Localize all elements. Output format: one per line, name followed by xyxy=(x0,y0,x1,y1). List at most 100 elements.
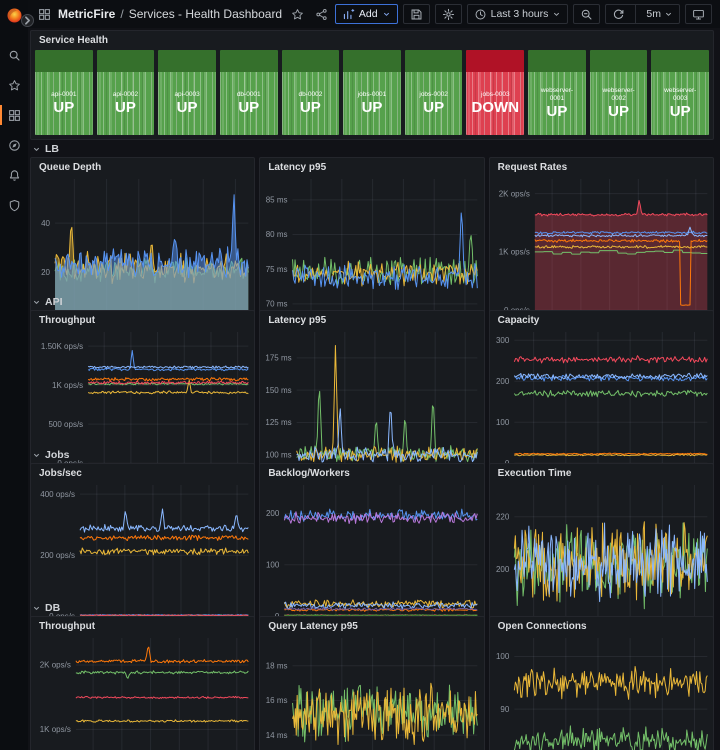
chart-jobs-backlog-workers[interactable]: 13:3014:0014:3015:0015:3016:000100200 xyxy=(260,480,483,630)
chart-api-capacity[interactable]: 13:3014:0014:3015:0015:3016:000100200300 xyxy=(490,327,713,477)
service-health-tiles: api-0001 UP api-0002 UP api-0003 UP db-0001 UP d… xyxy=(31,47,713,139)
panel-title-db-throughput[interactable]: Throughput xyxy=(31,617,254,633)
svg-text:200: 200 xyxy=(266,509,280,518)
service-tile-header xyxy=(158,50,216,72)
panel-row-jobs: Jobs/sec13:3014:0014:3015:0015:3016:000 … xyxy=(30,463,714,668)
breadcrumb-page[interactable]: Services - Health Dashboard xyxy=(129,7,282,21)
service-tile-name: api-0002 xyxy=(112,90,139,98)
star-icon xyxy=(291,8,304,21)
svg-text:14 ms: 14 ms xyxy=(266,731,288,740)
service-tile-webserver-0003: webserver-0003 UP xyxy=(651,50,710,135)
save-icon xyxy=(410,8,423,21)
panel-title-lb-queue-depth[interactable]: Queue Depth xyxy=(31,158,254,174)
time-range-label: Last 3 hours xyxy=(490,8,549,20)
row-header-lb[interactable]: LB xyxy=(32,142,714,156)
panel-title-api-capacity[interactable]: Capacity xyxy=(490,311,713,327)
chart-lb-request-rates[interactable]: 13:3014:0014:3015:0015:3016:000 ops/s1K … xyxy=(490,174,713,324)
service-tile-name: jobs-0002 xyxy=(419,90,448,98)
add-panel-icon xyxy=(342,8,355,21)
service-tile-status: UP xyxy=(546,102,568,120)
grafana-app: MetricFire / Services - Health Dashboard… xyxy=(0,0,720,750)
chevron-down-icon xyxy=(32,145,41,154)
service-tile-header xyxy=(589,50,648,72)
service-tile-body: api-0003 UP xyxy=(158,72,216,135)
refresh-button[interactable] xyxy=(606,5,631,23)
chart-db-query-latency-p95[interactable]: 13:3014:0014:3015:0015:3016:0012 ms14 ms… xyxy=(260,633,483,750)
service-tile-status: UP xyxy=(53,98,75,116)
panel-db-open-connections: Open Connections13:3014:0014:3015:0015:3… xyxy=(488,616,714,750)
svg-text:16 ms: 16 ms xyxy=(266,696,288,705)
sidebar-item-dashboards[interactable] xyxy=(0,100,28,130)
service-tile-name: webserver-0002 xyxy=(602,87,635,102)
dashboard-settings-button[interactable] xyxy=(434,4,462,24)
panel-title-db-query-latency-p95[interactable]: Query Latency p95 xyxy=(260,617,483,633)
panel-title-lb-latency-p95[interactable]: Latency p95 xyxy=(260,158,483,174)
caret-down-icon xyxy=(664,10,673,19)
svg-text:1K ops/s: 1K ops/s xyxy=(52,381,83,390)
refresh-interval-picker[interactable]: 5m xyxy=(640,5,679,23)
panel-title-api-latency-p95[interactable]: Latency p95 xyxy=(260,311,483,327)
share-dashboard-button[interactable] xyxy=(313,6,330,23)
sidebar-item-alerting[interactable] xyxy=(0,160,28,190)
clock-icon xyxy=(474,8,487,21)
panel-title-db-open-connections[interactable]: Open Connections xyxy=(490,617,713,633)
add-button-label: Add xyxy=(358,8,378,20)
service-tile-body: db-0002 UP xyxy=(281,72,340,135)
kiosk-mode-button[interactable] xyxy=(685,4,712,24)
chart-db-open-connections[interactable]: 13:3014:0014:3015:0015:3016:008090100 xyxy=(490,633,713,750)
panel-title-lb-request-rates[interactable]: Request Rates xyxy=(490,158,713,174)
panel-title-api-throughput[interactable]: Throughput xyxy=(31,311,254,327)
chart-jobs-per-sec[interactable]: 13:3014:0014:3015:0015:3016:000 ops/s200… xyxy=(31,480,254,630)
service-tile-status: UP xyxy=(423,98,445,116)
sidebar-item-administration[interactable] xyxy=(0,190,28,220)
panel-title-jobs-per-sec[interactable]: Jobs/sec xyxy=(31,464,254,480)
svg-text:100: 100 xyxy=(496,652,510,661)
refresh-controls: 5m xyxy=(605,4,680,24)
gear-icon xyxy=(442,8,455,21)
service-tile-status: UP xyxy=(669,102,691,120)
service-tile-name: db-0002 xyxy=(298,90,323,98)
service-tile-body: api-0001 UP xyxy=(35,72,93,135)
service-tile-api-0001: api-0001 UP xyxy=(35,50,93,135)
service-tile-db-0002: db-0002 UP xyxy=(281,50,340,135)
svg-text:100: 100 xyxy=(266,560,280,569)
service-tile-header xyxy=(96,50,155,72)
sidebar-item-explore[interactable] xyxy=(0,130,28,160)
dashboard-content: Service Health api-0001 UP api-0002 UP api-0… xyxy=(28,28,720,750)
service-tile-db-0001: db-0001 UP xyxy=(219,50,278,135)
service-tile-status: UP xyxy=(361,98,383,116)
service-tile-name: jobs-0001 xyxy=(357,90,387,98)
sidebar-expand-toggle[interactable] xyxy=(21,14,34,27)
sidebar-item-search[interactable] xyxy=(0,40,28,70)
service-tile-status: UP xyxy=(176,98,198,116)
favorite-dashboard-button[interactable] xyxy=(289,6,306,23)
add-button[interactable]: Add xyxy=(334,4,398,24)
chart-db-throughput[interactable]: 13:3014:0014:3015:0015:3016:001K ops/s2K… xyxy=(31,633,254,750)
zoom-out-time-button[interactable] xyxy=(573,4,601,24)
service-tile-status: UP xyxy=(299,98,321,116)
breadcrumb-brand[interactable]: MetricFire xyxy=(58,7,115,21)
svg-text:80 ms: 80 ms xyxy=(266,230,288,239)
panel-title-jobs-execution-time[interactable]: Execution Time xyxy=(490,464,713,480)
service-tile-jobs-0002: jobs-0002 UP xyxy=(404,50,463,135)
service-tile-jobs-0001: jobs-0001 UP xyxy=(343,50,401,135)
search-minus-icon xyxy=(580,8,593,21)
grafana-logo-icon[interactable] xyxy=(6,7,23,24)
svg-text:175 ms: 175 ms xyxy=(266,354,292,363)
caret-down-icon xyxy=(552,10,561,19)
share-icon xyxy=(315,8,328,21)
panel-service-health: Service Health api-0001 UP api-0002 UP api-0… xyxy=(30,30,714,140)
service-tile-api-0002: api-0002 UP xyxy=(96,50,155,135)
save-dashboard-button[interactable] xyxy=(402,4,430,24)
panel-db-throughput: Throughput13:3014:0014:3015:0015:3016:00… xyxy=(30,616,256,750)
service-tile-api-0003: api-0003 UP xyxy=(158,50,216,135)
svg-text:100 ms: 100 ms xyxy=(266,451,292,460)
service-tile-header xyxy=(219,50,278,72)
panel-title-service-health[interactable]: Service Health xyxy=(31,31,713,47)
svg-text:20: 20 xyxy=(41,268,50,277)
svg-text:1K ops/s: 1K ops/s xyxy=(40,725,71,734)
time-range-picker[interactable]: Last 3 hours xyxy=(466,4,569,24)
sidebar-item-starred[interactable] xyxy=(0,70,28,100)
panel-title-jobs-backlog-workers[interactable]: Backlog/Workers xyxy=(260,464,483,480)
service-tile-body: webserver-0003 UP xyxy=(651,72,710,135)
